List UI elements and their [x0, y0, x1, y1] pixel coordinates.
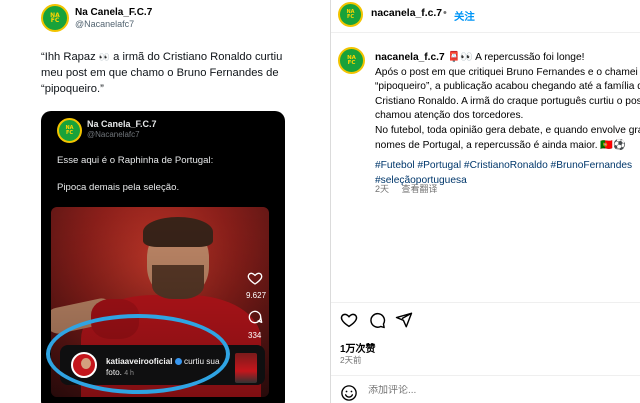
caption-line-1: Após o post em que critiquei Bruno Ferna…: [375, 66, 640, 78]
caption-line-3: Cristiano Ronaldo. A irmã do craque port…: [375, 95, 640, 107]
header-divider: [331, 32, 640, 33]
highlight-circle: [46, 314, 230, 394]
ig-header-avatar[interactable]: NA FC: [338, 2, 363, 27]
instagram-sidebar: NA FC nacanela_f.c.7 • 关注 NA FC nacanela_f…: [331, 0, 640, 403]
card-logo-text: NA FC: [65, 125, 74, 136]
follow-button[interactable]: 关注: [454, 8, 475, 23]
ig-username[interactable]: nacanela_f.c.7: [371, 8, 442, 19]
emoji-icon[interactable]: [340, 384, 358, 402]
notification-thumbnail: [235, 353, 257, 383]
logo-text: NA FC: [50, 11, 60, 24]
likes-count[interactable]: 1万次赞: [340, 340, 376, 355]
card-text-line2: Pipoca demais pela seleção.: [57, 182, 180, 193]
caption-age: 2天: [375, 184, 390, 194]
caption-line-5: No futebol, toda opinião gera debate, e …: [375, 124, 640, 136]
caption-line-0: nacanela_f.c.7 📮👀 A repercussão foi long…: [375, 51, 640, 66]
actions-divider: [331, 302, 640, 303]
caption-line-2: “pipoqueiro”, a publicação acabou chegan…: [375, 81, 640, 93]
like-heart-icon[interactable]: [340, 311, 358, 329]
caption-username[interactable]: nacanela_f.c.7: [375, 52, 445, 63]
post-image: NA FC Na Canela_F.C.7 @Nacanelafc7 “Ihh R…: [0, 0, 330, 403]
eyes-emoji: 👀: [98, 52, 111, 62]
comment-count: 334: [248, 331, 262, 340]
caption: nacanela_f.c.7 📮👀 A repercussão foi long…: [375, 51, 640, 188]
caption-logo-text: NA FC: [347, 54, 356, 66]
card-author-handle: @Nacanelafc7: [87, 130, 140, 139]
caption-line-6: nomes de Portugal, a repercussão é ainda…: [375, 139, 626, 151]
card-author-name: Na Canela_F.C.7: [87, 119, 157, 129]
hashtags-line1[interactable]: #Futebol #Portugal #CristianoRonaldo #Br…: [375, 159, 640, 174]
heart-icon: [247, 272, 263, 285]
card-author-avatar: NA FC: [57, 118, 82, 143]
share-icon[interactable]: [395, 311, 413, 329]
tweet-text-part1: “Ihh Rapaz: [41, 51, 99, 63]
ig-separator: •: [443, 7, 447, 19]
caption-line-0-text: 📮👀 A repercussão foi longe!: [447, 52, 585, 63]
translate-link[interactable]: 查看翻译: [402, 184, 438, 194]
caption-avatar[interactable]: NA FC: [338, 47, 365, 74]
comment-bubble-icon[interactable]: [368, 311, 386, 329]
comment-divider: [331, 375, 640, 376]
tweet-text: “Ihh Rapaz 👀 a irmã do Cristiano Ronaldo…: [41, 49, 286, 97]
post-date: 2天前: [340, 355, 362, 365]
tweet-author-name: Na Canela_F.C.7: [75, 7, 153, 18]
like-count: 9.627: [246, 291, 267, 300]
comment-input[interactable]: [368, 385, 608, 396]
comment-icon: [248, 310, 263, 324]
ig-header-logo-text: NA FC: [346, 9, 355, 20]
caption-line-4: chamou atenção dos torcedores.: [375, 110, 524, 122]
caption-meta: 2天 查看翻译: [375, 182, 448, 195]
author-avatar: NA FC: [41, 4, 69, 32]
tweet-author-handle: @Nacanelafc7: [75, 19, 135, 29]
card-text-line1: Esse aqui é o Raphinha de Portugal:: [57, 155, 214, 166]
